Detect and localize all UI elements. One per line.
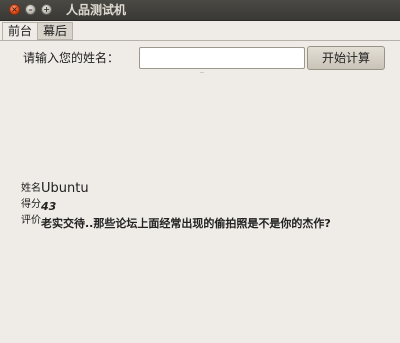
close-icon[interactable]: ×	[9, 4, 20, 15]
result-name-value: Ubuntu	[41, 181, 89, 196]
name-input[interactable]	[139, 47, 305, 69]
tab-bar: 前台 幕后	[0, 21, 400, 41]
result-eval-label: 评价	[21, 215, 41, 226]
title-bar: × – + 人品测试机	[0, 0, 400, 21]
tab-divider	[0, 40, 400, 41]
result-score-label: 得分	[21, 199, 41, 210]
result-eval-value: 老实交待..那些论坛上面经常出现的偷拍照是不是你的杰作?	[41, 217, 331, 230]
tab-backstage[interactable]: 幕后	[37, 22, 74, 40]
tab-front[interactable]: 前台	[2, 22, 39, 40]
maximize-icon[interactable]: +	[41, 4, 52, 15]
start-calculate-button[interactable]: 开始计算	[307, 46, 385, 70]
result-score-value: 43	[41, 200, 57, 213]
name-prompt-label: 请输入您的姓名：	[23, 51, 120, 65]
divider-mark	[200, 72, 204, 73]
minimize-icon[interactable]: –	[25, 4, 36, 15]
result-name-label: 姓名	[21, 183, 41, 194]
window-title: 人品测试机	[66, 3, 127, 17]
